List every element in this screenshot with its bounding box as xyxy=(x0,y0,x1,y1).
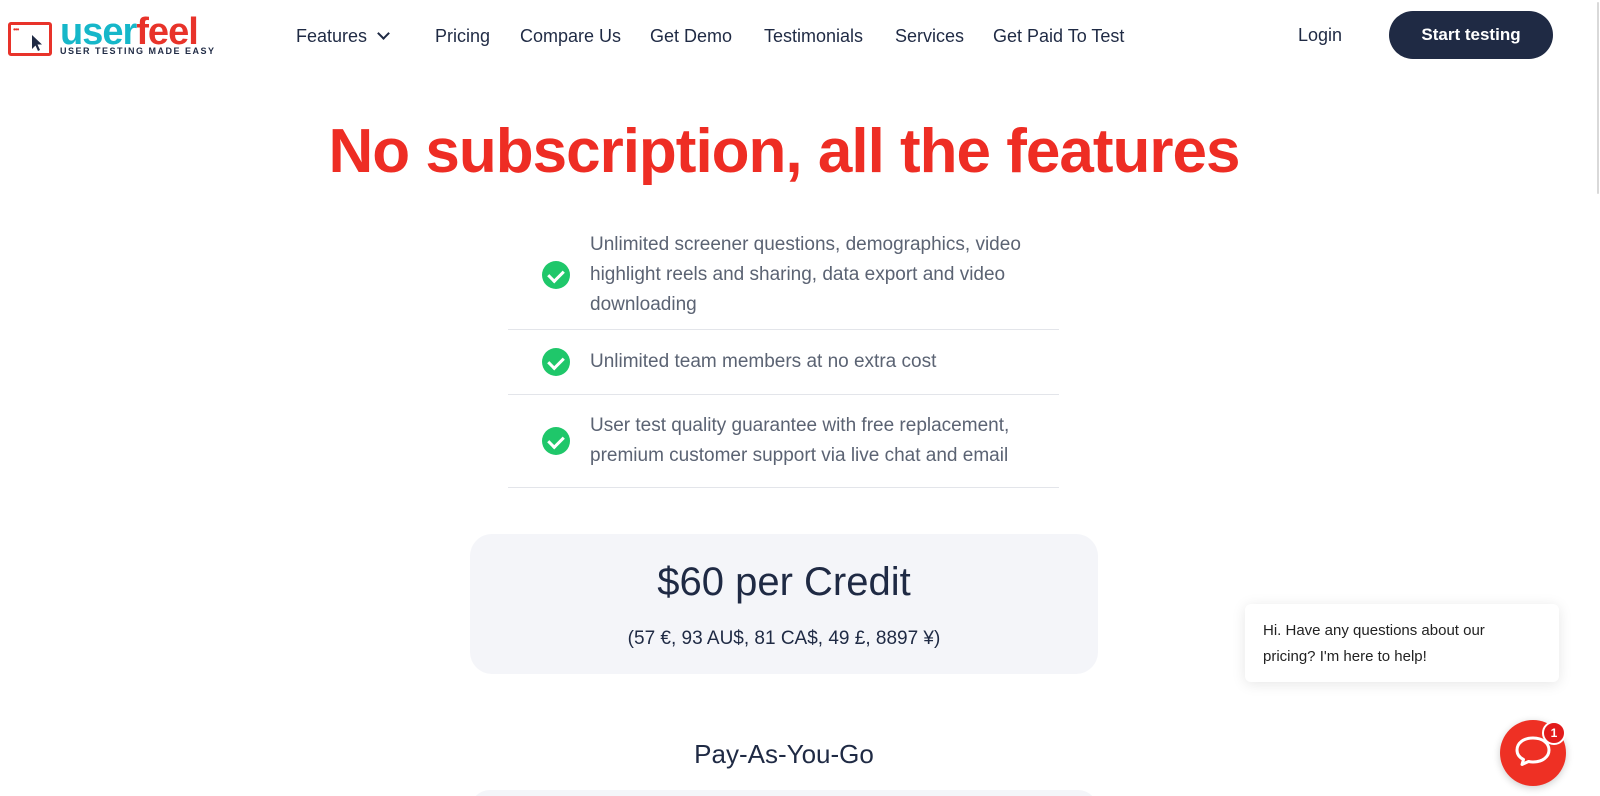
feature-text: Unlimited team members at no extra cost xyxy=(590,351,937,372)
plan-title: Pay-As-You-Go xyxy=(694,739,874,769)
userfeel-logo[interactable]: ••• userfeel USER TESTING MADE EASY xyxy=(8,12,214,62)
page-headline: No subscription, all the features xyxy=(328,117,1241,186)
notification-badge: 1 xyxy=(1542,721,1566,745)
feature-text: Unlimited screener questions, demographi… xyxy=(590,233,1021,315)
login-link[interactable]: Login xyxy=(1298,23,1342,47)
start-testing-button[interactable]: Start testing xyxy=(1389,11,1553,59)
price-card: $60 per Credit (57 €, 93 AU$, 81 CA$, 49… xyxy=(470,534,1098,674)
scrollbar-thumb[interactable] xyxy=(1597,2,1599,194)
check-circle-icon xyxy=(542,348,570,376)
list-item: User test quality guarantee with free re… xyxy=(508,395,1059,488)
list-item: Unlimited screener questions, demographi… xyxy=(508,220,1059,330)
nav-item-get-demo[interactable]: Get Demo xyxy=(650,24,732,48)
price-conversions: (57 €, 93 AU$, 81 CA$, 49 £, 8897 ¥) xyxy=(627,628,941,649)
check-circle-icon xyxy=(542,260,570,289)
nav-item-label: Features xyxy=(296,26,368,46)
nav-item-pricing[interactable]: Pricing xyxy=(435,24,490,48)
chevron-down-icon xyxy=(377,27,390,40)
check-circle-icon xyxy=(542,427,570,455)
chat-greeting-text: Hi. Have any questions about our pricing… xyxy=(1263,622,1485,665)
feature-text: User test quality guarantee with free re… xyxy=(590,415,1010,466)
price-per-credit: $60 per Credit xyxy=(657,560,911,604)
logo-tagline: USER TESTING MADE EASY xyxy=(60,46,216,56)
list-item: Unlimited team members at no extra cost xyxy=(508,330,1059,395)
page-scrollbar[interactable] xyxy=(1596,0,1600,196)
plan-card xyxy=(470,790,1098,796)
nav-item-compare-us[interactable]: Compare Us xyxy=(520,24,621,48)
nav-item-features[interactable]: Features xyxy=(296,24,390,48)
nav-item-testimonials[interactable]: Testimonials xyxy=(764,24,863,48)
site-header: ••• userfeel USER TESTING MADE EASY Feat… xyxy=(0,0,1600,72)
browser-cursor-icon: ••• xyxy=(8,22,52,56)
nav-item-get-paid-to-test[interactable]: Get Paid To Test xyxy=(993,24,1124,48)
chat-greeting-bubble[interactable]: Hi. Have any questions about our pricing… xyxy=(1245,604,1559,682)
features-list: Unlimited screener questions, demographi… xyxy=(508,220,1059,488)
nav-item-services[interactable]: Services xyxy=(895,24,964,48)
